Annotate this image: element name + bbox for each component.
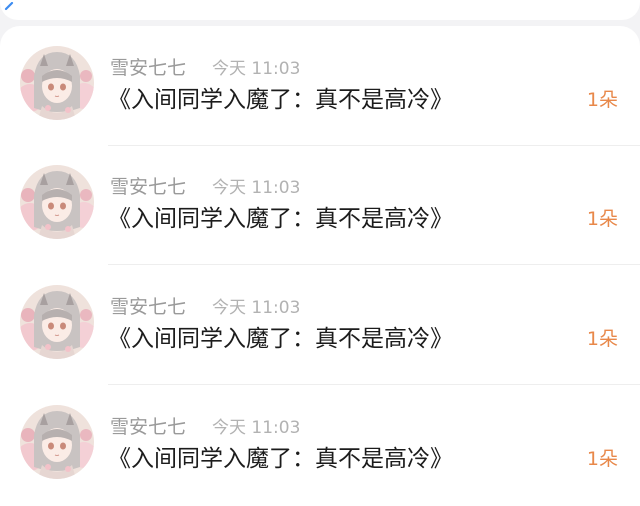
avatar[interactable] (20, 165, 94, 239)
anime-girl-avatar-icon (20, 165, 94, 239)
message-text: 《入间同学入魔了：真不是高冷》 (108, 206, 453, 232)
anime-girl-avatar-icon (20, 405, 94, 479)
list-item[interactable]: 雪安七七 今天 11:03 《入间同学入魔了：真不是高冷》 1朵 (0, 385, 640, 505)
timestamp: 今天 11:03 (212, 418, 301, 438)
sender-name: 雪安七七 (110, 57, 187, 79)
list-item[interactable]: 雪安七七 今天 11:03 《入间同学入魔了：真不是高冷》 1朵 (0, 265, 640, 385)
message-text: 《入间同学入魔了：真不是高冷》 (108, 326, 453, 352)
list-item[interactable]: 雪安七七 今天 11:03 《入间同学入魔了：真不是高冷》 1朵 (0, 26, 640, 146)
gift-count: 1朵 (586, 89, 618, 111)
sender-name: 雪安七七 (110, 416, 187, 438)
avatar[interactable] (20, 285, 94, 359)
timestamp: 今天 11:03 (212, 178, 301, 198)
top-bar (0, 0, 640, 20)
avatar[interactable] (20, 405, 94, 479)
gift-count: 1朵 (586, 328, 618, 350)
message-text: 《入间同学入魔了：真不是高冷》 (108, 87, 453, 113)
list-item[interactable]: 雪安七七 今天 11:03 《入间同学入魔了：真不是高冷》 1朵 (0, 145, 640, 265)
timestamp: 今天 11:03 (212, 59, 301, 79)
anime-girl-avatar-icon (20, 285, 94, 359)
gift-record-list: 雪安七七 今天 11:03 《入间同学入魔了：真不是高冷》 1朵 雪安七七 今天… (0, 26, 640, 506)
anime-girl-avatar-icon (20, 46, 94, 120)
avatar[interactable] (20, 46, 94, 120)
timestamp: 今天 11:03 (212, 298, 301, 318)
sender-name: 雪安七七 (110, 296, 187, 318)
gift-count: 1朵 (586, 448, 618, 470)
message-text: 《入间同学入魔了：真不是高冷》 (108, 446, 453, 472)
gift-count: 1朵 (586, 208, 618, 230)
back-arrow-icon[interactable] (2, 1, 16, 16)
sender-name: 雪安七七 (110, 176, 187, 198)
